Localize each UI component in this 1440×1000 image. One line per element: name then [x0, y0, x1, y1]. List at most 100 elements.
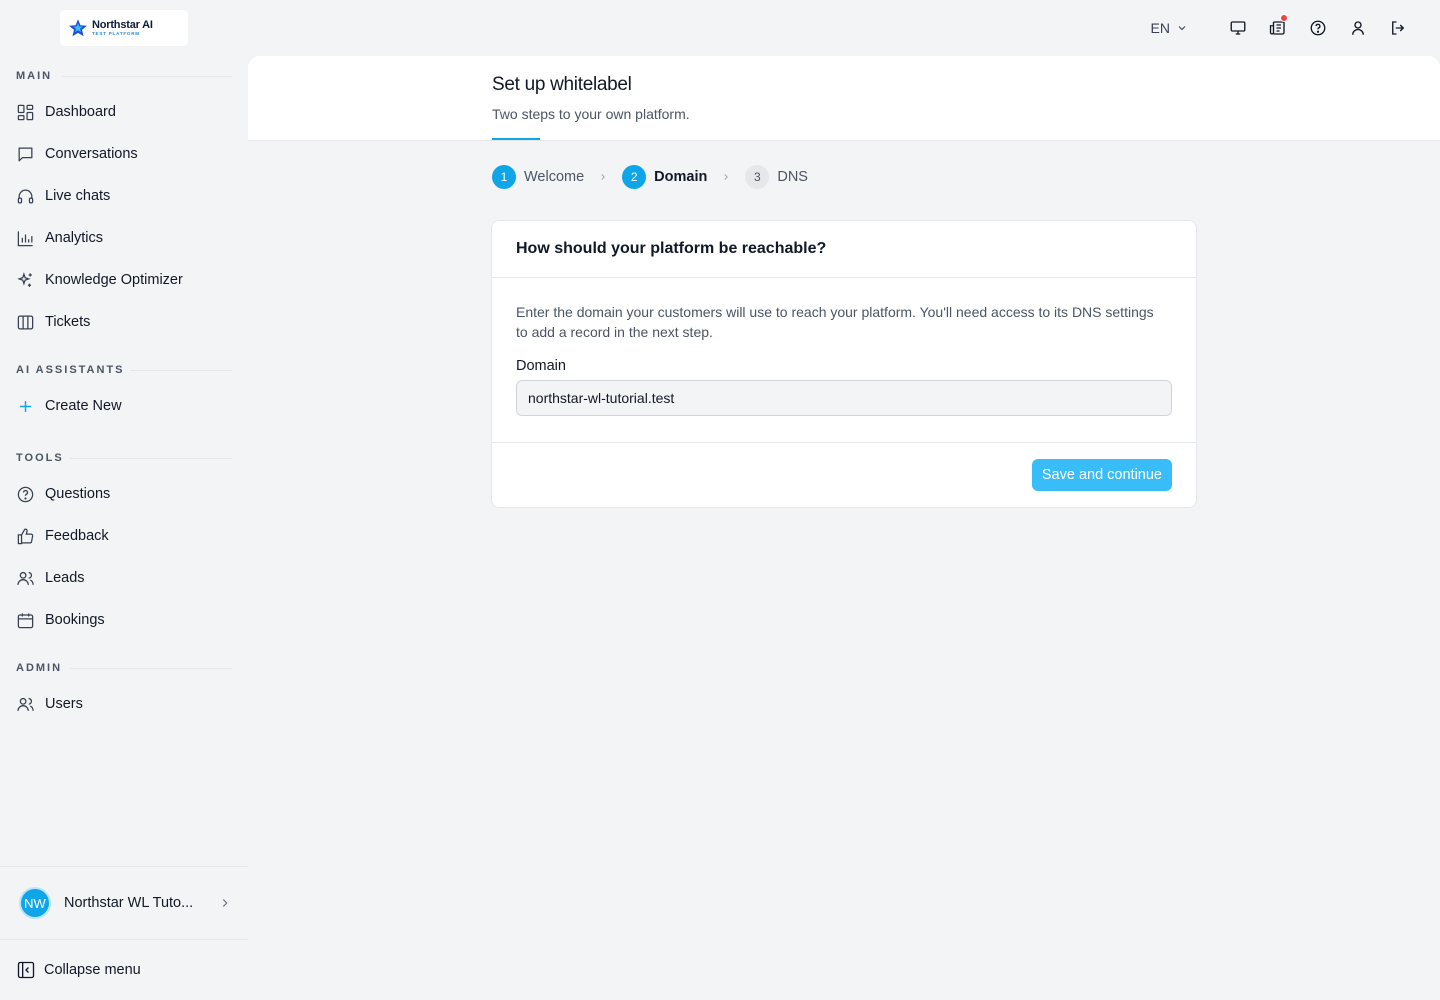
sidebar-item-label: Feedback — [45, 528, 109, 544]
sidebar-item-label: Dashboard — [45, 104, 116, 120]
domain-field-label: Domain — [516, 358, 566, 374]
sidebar-item-leads[interactable]: Leads — [16, 561, 232, 595]
collapse-menu-label: Collapse menu — [44, 962, 141, 978]
brand-logo[interactable]: Northstar AI TEST PLATFORM — [60, 10, 188, 46]
chevron-down-icon — [1178, 26, 1186, 31]
dashboard-icon — [17, 104, 34, 120]
step-separator — [584, 172, 622, 182]
notification-dot — [1280, 14, 1288, 22]
sidebar-item-feedback[interactable]: Feedback — [16, 519, 232, 553]
sparkles-icon — [17, 271, 32, 287]
step-dns[interactable]: 3 DNS — [745, 165, 808, 189]
step-number: 2 — [622, 165, 647, 189]
step-label: Welcome — [524, 169, 585, 185]
chat-bubble-icon — [18, 147, 33, 161]
sidebar-divider — [0, 866, 248, 867]
section-divider — [130, 370, 232, 371]
sidebar-item-dashboard[interactable]: Dashboard — [16, 95, 232, 129]
stepper: 1 Welcome 2 Domain 3 DNS — [492, 164, 808, 190]
save-and-continue-button[interactable]: Save and continue — [1031, 459, 1172, 491]
topbar: EN — [1151, 14, 1418, 42]
page-subtitle: Two steps to your own platform. — [492, 106, 690, 122]
brand-name: Northstar AI — [92, 18, 153, 31]
news-button[interactable] — [1258, 14, 1298, 42]
step-domain[interactable]: 2 Domain — [622, 165, 707, 189]
header-accent-underline — [492, 138, 540, 140]
section-label-main: MAIN — [16, 70, 53, 82]
card-title: How should your platform be reachable? — [516, 240, 827, 257]
sidebar-item-bookings[interactable]: Bookings — [16, 603, 232, 637]
sidebar-item-label: Analytics — [45, 230, 104, 246]
brand-tagline: TEST PLATFORM — [92, 30, 140, 36]
language-selector[interactable]: EN — [1151, 20, 1188, 36]
sidebar-item-conversations[interactable]: Conversations — [16, 137, 232, 171]
main-panel: Set up whitelabel Two steps to your own … — [248, 56, 1440, 1000]
monitor-icon — [1230, 21, 1246, 35]
step-welcome[interactable]: 1 Welcome — [492, 165, 584, 189]
logout-button[interactable] — [1378, 14, 1418, 42]
sidebar-item-analytics[interactable]: Analytics — [16, 221, 232, 255]
columns-icon — [17, 315, 34, 329]
sidebar-collapse-icon — [17, 961, 35, 979]
star-logo-icon — [69, 19, 87, 37]
section-label-admin: ADMIN — [16, 662, 63, 674]
account-switcher[interactable]: NW Northstar WL Tuto... — [16, 882, 232, 924]
users-icon — [17, 571, 34, 585]
sidebar-item-create-new[interactable]: Create New — [16, 389, 232, 423]
sidebar: Northstar AI TEST PLATFORM MAIN Dashboar… — [0, 0, 248, 1000]
chevron-right-icon — [222, 899, 228, 907]
sidebar-item-label: Conversations — [45, 146, 138, 162]
collapse-menu-button[interactable]: Collapse menu — [16, 955, 141, 985]
step-label: Domain — [654, 169, 708, 185]
section-divider — [70, 668, 232, 669]
sidebar-item-users[interactable]: Users — [16, 687, 232, 721]
card-body: Enter the domain your customers will use… — [492, 278, 1196, 443]
headphones-icon — [17, 189, 34, 203]
section-label-tools: TOOLS — [16, 452, 64, 464]
sidebar-item-label: Knowledge Optimizer — [45, 272, 183, 288]
plus-icon — [19, 400, 32, 412]
sidebar-item-label: Bookings — [45, 612, 105, 628]
step-number: 3 — [745, 165, 770, 189]
sidebar-item-tickets[interactable]: Tickets — [16, 305, 232, 339]
account-name: Northstar WL Tuto... — [64, 895, 194, 911]
domain-input[interactable] — [516, 380, 1172, 416]
sidebar-item-label: Create New — [45, 398, 122, 414]
users-icon — [17, 697, 34, 711]
sidebar-item-questions[interactable]: Questions — [16, 477, 232, 511]
card-description: Enter the domain your customers will use… — [516, 304, 1154, 340]
user-icon — [1352, 21, 1364, 35]
sidebar-item-label: Users — [45, 696, 83, 712]
section-label-ai-assistants: AI ASSISTANTS — [16, 364, 125, 376]
question-circle-icon — [17, 486, 34, 502]
section-divider — [70, 458, 232, 459]
sidebar-item-label: Tickets — [45, 314, 91, 330]
page-title: Set up whitelabel — [492, 74, 632, 95]
thumbs-up-icon — [17, 528, 34, 544]
help-button[interactable] — [1298, 14, 1338, 42]
section-divider — [62, 76, 232, 77]
step-separator — [707, 172, 745, 182]
profile-button[interactable] — [1338, 14, 1378, 42]
logout-icon — [1392, 21, 1405, 35]
step-label: DNS — [777, 169, 808, 185]
card-footer: Save and continue — [492, 443, 1196, 507]
domain-card: How should your platform be reachable? E… — [491, 220, 1197, 508]
chevron-right-icon — [601, 174, 606, 180]
chevron-right-icon — [724, 174, 729, 180]
language-label: EN — [1150, 20, 1170, 36]
sidebar-divider — [0, 939, 248, 940]
card-header: How should your platform be reachable? — [492, 221, 1196, 278]
help-icon — [1310, 20, 1326, 36]
sidebar-item-live-chats[interactable]: Live chats — [16, 179, 232, 213]
sidebar-item-knowledge-optimizer[interactable]: Knowledge Optimizer — [16, 263, 232, 297]
sidebar-item-label: Live chats — [45, 188, 111, 204]
step-number: 1 — [492, 165, 516, 189]
page-header: Set up whitelabel Two steps to your own … — [248, 56, 1440, 141]
sidebar-item-label: Questions — [45, 486, 111, 502]
calendar-icon — [17, 612, 34, 628]
sidebar-item-label: Leads — [45, 570, 85, 586]
monitor-button[interactable] — [1218, 14, 1258, 42]
bar-chart-icon — [17, 230, 33, 246]
avatar: NW — [19, 887, 51, 919]
